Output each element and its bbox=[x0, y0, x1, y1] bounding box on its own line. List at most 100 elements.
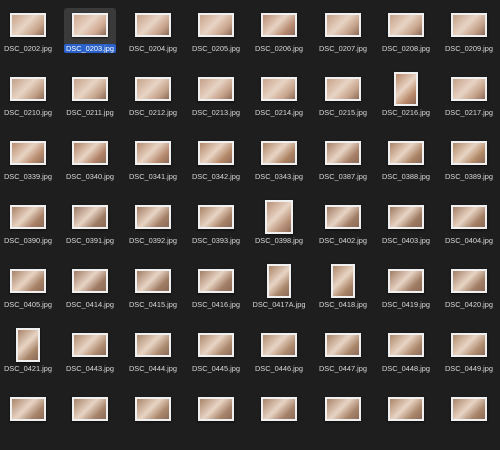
file-name-label[interactable]: DSC_0405.jpg bbox=[0, 300, 59, 309]
file-name-label[interactable] bbox=[0, 428, 59, 437]
file-item[interactable]: DSC_0417A.jpg bbox=[248, 258, 310, 322]
image-thumbnail[interactable] bbox=[10, 13, 46, 37]
file-name-label[interactable]: DSC_0415.jpg bbox=[122, 300, 184, 309]
file-name-label[interactable]: DSC_0404.jpg bbox=[438, 236, 500, 245]
file-item[interactable] bbox=[375, 386, 437, 450]
file-item[interactable]: DSC_0341.jpg bbox=[122, 130, 184, 194]
file-name-label[interactable]: DSC_0418.jpg bbox=[312, 300, 374, 309]
file-name-label[interactable]: DSC_0420.jpg bbox=[438, 300, 500, 309]
file-item[interactable]: DSC_0205.jpg bbox=[185, 2, 247, 66]
image-thumbnail[interactable] bbox=[72, 205, 108, 229]
file-item[interactable]: DSC_0339.jpg bbox=[0, 130, 59, 194]
image-thumbnail[interactable] bbox=[451, 141, 487, 165]
file-item[interactable]: DSC_0204.jpg bbox=[122, 2, 184, 66]
image-thumbnail[interactable] bbox=[451, 205, 487, 229]
file-name-label[interactable]: DSC_0398.jpg bbox=[248, 236, 310, 245]
file-item[interactable]: DSC_0388.jpg bbox=[375, 130, 437, 194]
image-thumbnail[interactable] bbox=[325, 205, 361, 229]
image-thumbnail[interactable] bbox=[267, 264, 291, 298]
file-item[interactable]: DSC_0398.jpg bbox=[248, 194, 310, 258]
image-thumbnail[interactable] bbox=[451, 397, 487, 421]
file-name-label[interactable]: DSC_0447.jpg bbox=[312, 364, 374, 373]
image-thumbnail[interactable] bbox=[72, 397, 108, 421]
image-thumbnail[interactable] bbox=[325, 77, 361, 101]
file-name-label[interactable]: DSC_0209.jpg bbox=[438, 44, 500, 53]
image-thumbnail[interactable] bbox=[325, 13, 361, 37]
file-item[interactable] bbox=[248, 386, 310, 450]
image-thumbnail[interactable] bbox=[198, 205, 234, 229]
file-name-label[interactable]: DSC_0448.jpg bbox=[375, 364, 437, 373]
image-thumbnail[interactable] bbox=[135, 333, 171, 357]
file-name-label[interactable]: DSC_0393.jpg bbox=[185, 236, 247, 245]
image-thumbnail[interactable] bbox=[10, 397, 46, 421]
image-thumbnail[interactable] bbox=[135, 269, 171, 293]
file-item[interactable]: DSC_0392.jpg bbox=[122, 194, 184, 258]
file-name-label[interactable]: DSC_0212.jpg bbox=[122, 108, 184, 117]
image-thumbnail[interactable] bbox=[325, 333, 361, 357]
image-thumbnail[interactable] bbox=[198, 13, 234, 37]
file-name-label[interactable]: DSC_0210.jpg bbox=[0, 108, 59, 117]
image-thumbnail[interactable] bbox=[325, 141, 361, 165]
file-name-label[interactable]: DSC_0403.jpg bbox=[375, 236, 437, 245]
file-name-label[interactable]: DSC_0419.jpg bbox=[375, 300, 437, 309]
file-item[interactable]: DSC_0214.jpg bbox=[248, 66, 310, 130]
image-thumbnail[interactable] bbox=[451, 269, 487, 293]
image-thumbnail[interactable] bbox=[451, 13, 487, 37]
image-thumbnail[interactable] bbox=[72, 141, 108, 165]
file-name-label[interactable]: DSC_0414.jpg bbox=[59, 300, 121, 309]
file-item[interactable]: DSC_0415.jpg bbox=[122, 258, 184, 322]
file-name-label[interactable]: DSC_0204.jpg bbox=[122, 44, 184, 53]
file-item[interactable]: DSC_0215.jpg bbox=[312, 66, 374, 130]
file-item[interactable]: DSC_0402.jpg bbox=[312, 194, 374, 258]
file-name-label[interactable]: DSC_0202.jpg bbox=[0, 44, 59, 53]
image-thumbnail[interactable] bbox=[198, 333, 234, 357]
file-item[interactable]: DSC_0210.jpg bbox=[0, 66, 59, 130]
file-item[interactable]: DSC_0387.jpg bbox=[312, 130, 374, 194]
file-item[interactable]: DSC_0342.jpg bbox=[185, 130, 247, 194]
file-item[interactable]: DSC_0390.jpg bbox=[0, 194, 59, 258]
file-item[interactable]: DSC_0343.jpg bbox=[248, 130, 310, 194]
file-name-label[interactable]: DSC_0206.jpg bbox=[248, 44, 310, 53]
image-thumbnail[interactable] bbox=[451, 333, 487, 357]
file-name-label[interactable]: DSC_0340.jpg bbox=[59, 172, 121, 181]
file-name-label[interactable]: DSC_0341.jpg bbox=[122, 172, 184, 181]
file-name-label[interactable] bbox=[248, 428, 310, 437]
file-item[interactable]: DSC_0418.jpg bbox=[312, 258, 374, 322]
file-name-label[interactable]: DSC_0421.jpg bbox=[0, 364, 59, 373]
file-item[interactable]: DSC_0448.jpg bbox=[375, 322, 437, 386]
image-thumbnail[interactable] bbox=[388, 205, 424, 229]
file-name-label[interactable]: DSC_0215.jpg bbox=[312, 108, 374, 117]
file-item[interactable]: DSC_0389.jpg bbox=[438, 130, 500, 194]
file-name-label[interactable]: DSC_0214.jpg bbox=[248, 108, 310, 117]
image-thumbnail[interactable] bbox=[394, 72, 418, 106]
image-thumbnail[interactable] bbox=[261, 141, 297, 165]
image-thumbnail[interactable] bbox=[388, 333, 424, 357]
file-item[interactable]: DSC_0421.jpg bbox=[0, 322, 59, 386]
image-thumbnail[interactable] bbox=[388, 397, 424, 421]
file-item[interactable]: DSC_0444.jpg bbox=[122, 322, 184, 386]
file-item[interactable]: DSC_0445.jpg bbox=[185, 322, 247, 386]
image-thumbnail[interactable] bbox=[261, 77, 297, 101]
image-thumbnail[interactable] bbox=[135, 141, 171, 165]
image-thumbnail[interactable] bbox=[388, 13, 424, 37]
file-item[interactable]: DSC_0391.jpg bbox=[59, 194, 121, 258]
file-item[interactable]: DSC_0403.jpg bbox=[375, 194, 437, 258]
image-thumbnail[interactable] bbox=[10, 269, 46, 293]
file-name-label[interactable]: DSC_0213.jpg bbox=[185, 108, 247, 117]
image-thumbnail[interactable] bbox=[72, 77, 108, 101]
file-item[interactable]: DSC_0216.jpg bbox=[375, 66, 437, 130]
file-name-label[interactable]: DSC_0390.jpg bbox=[0, 236, 59, 245]
image-thumbnail[interactable] bbox=[325, 397, 361, 421]
file-item[interactable]: DSC_0416.jpg bbox=[185, 258, 247, 322]
file-name-label[interactable]: DSC_0339.jpg bbox=[0, 172, 59, 181]
image-thumbnail[interactable] bbox=[198, 397, 234, 421]
file-item[interactable]: DSC_0208.jpg bbox=[375, 2, 437, 66]
image-thumbnail[interactable] bbox=[451, 77, 487, 101]
file-item[interactable]: DSC_0446.jpg bbox=[248, 322, 310, 386]
file-item[interactable] bbox=[122, 386, 184, 450]
image-thumbnail[interactable] bbox=[72, 269, 108, 293]
image-thumbnail[interactable] bbox=[10, 141, 46, 165]
image-thumbnail[interactable] bbox=[388, 141, 424, 165]
file-name-label[interactable]: DSC_0389.jpg bbox=[438, 172, 500, 181]
file-item[interactable]: DSC_0202.jpg bbox=[0, 2, 59, 66]
